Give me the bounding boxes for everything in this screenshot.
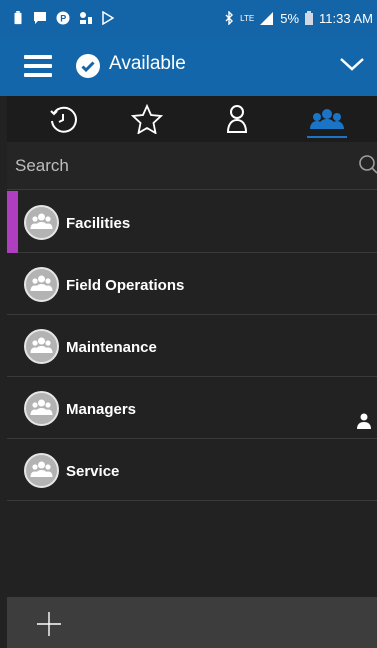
search-input[interactable]: Search <box>15 156 69 176</box>
history-icon <box>50 106 77 133</box>
notification-icon <box>80 12 92 24</box>
battery-low-icon <box>14 11 22 25</box>
list-item-facilities[interactable]: Facilities <box>7 191 377 253</box>
group-name: Managers <box>66 401 137 418</box>
left-edge <box>0 96 7 648</box>
list-item-service[interactable]: Service <box>7 439 377 501</box>
group-avatar-icon <box>24 453 59 488</box>
battery-icon <box>305 11 314 25</box>
star-icon <box>131 104 163 134</box>
search-bar[interactable]: Search <box>7 142 377 190</box>
play-store-icon <box>102 11 114 25</box>
group-name: Field Operations <box>66 277 185 294</box>
tab-contacts[interactable] <box>207 96 267 142</box>
network-type: LTE <box>240 13 255 23</box>
group-list: Facilities Field Operations Maintenance … <box>7 191 377 501</box>
bluetooth-icon <box>225 11 234 25</box>
search-icon[interactable] <box>357 155 377 175</box>
battery-percent: 5% <box>280 10 300 26</box>
app-header: Available <box>0 36 377 96</box>
list-item-managers[interactable]: Managers <box>7 377 377 439</box>
status-bar-system: LTE 5% 11:33 AM <box>225 9 373 27</box>
person-icon <box>226 105 248 133</box>
tab-recent[interactable] <box>33 96 93 142</box>
list-item-field-operations[interactable]: Field Operations <box>7 253 377 315</box>
group-name: Facilities <box>66 215 131 232</box>
presence-check-icon[interactable] <box>76 54 100 78</box>
svg-text:P: P <box>60 14 66 24</box>
status-bar-notifications: P <box>12 9 114 27</box>
parking-icon: P <box>56 11 70 25</box>
status-bar: P LTE 5% 11:33 AM <box>0 0 377 36</box>
menu-icon[interactable] <box>24 55 52 77</box>
group-avatar-icon <box>24 391 59 426</box>
bottom-toolbar <box>7 597 377 648</box>
chevron-down-icon[interactable] <box>339 56 365 72</box>
group-name: Service <box>66 463 120 480</box>
tab-groups[interactable] <box>297 96 357 142</box>
person-icon <box>357 413 371 429</box>
message-icon <box>34 12 46 24</box>
tab-favorites[interactable] <box>117 96 177 142</box>
group-avatar-icon <box>24 205 59 240</box>
presence-status-label[interactable]: Available <box>109 53 186 75</box>
selected-marker <box>7 191 18 253</box>
signal-icon <box>260 11 274 25</box>
plus-icon[interactable] <box>36 611 62 637</box>
group-avatar-icon <box>24 267 59 302</box>
clock: 11:33 AM <box>319 10 373 26</box>
tab-bar <box>7 96 377 142</box>
group-name: Maintenance <box>66 339 157 356</box>
list-item-maintenance[interactable]: Maintenance <box>7 315 377 377</box>
group-avatar-icon <box>24 329 59 364</box>
groups-icon <box>310 109 344 129</box>
